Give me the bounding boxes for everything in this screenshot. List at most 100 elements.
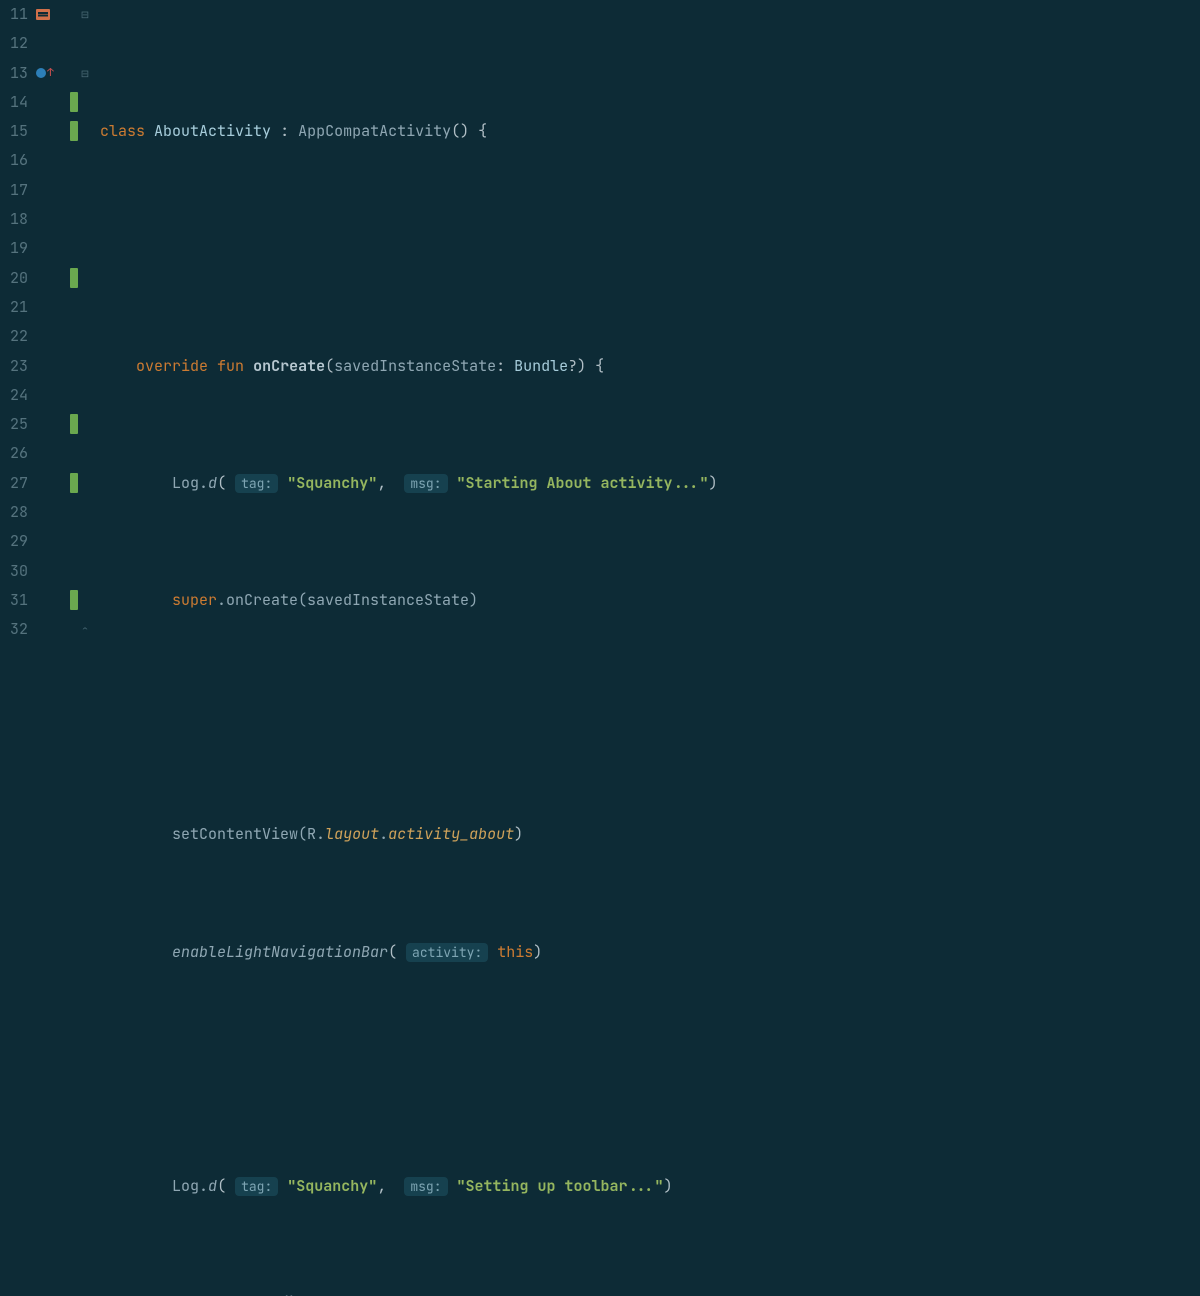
line-number: 22 [0, 322, 28, 351]
keyword-class: class [100, 121, 145, 141]
string-literal: "Squanchy" [287, 473, 377, 493]
line-number: 14 [0, 88, 28, 117]
log-object: Log [172, 473, 199, 493]
fold-handle [78, 176, 92, 205]
line-number: 15 [0, 117, 28, 146]
line-number: 30 [0, 557, 28, 586]
fold-handle [78, 29, 92, 58]
code-line[interactable]: super.onCreate(savedInstanceState) [100, 586, 1024, 615]
line-number: 17 [0, 176, 28, 205]
inlay-hint-msg: msg: [404, 1177, 447, 1196]
fold-handle [78, 557, 92, 586]
marker-row [34, 527, 78, 556]
code-line[interactable]: Log.d( tag: "Squanchy", msg: "Starting A… [100, 469, 1024, 498]
keyword-override: override [136, 356, 208, 376]
line-number: 11 [0, 0, 28, 29]
marker-row [34, 88, 78, 117]
log-method: d [208, 473, 217, 493]
enable-light-nav: enableLightNavigationBar [172, 942, 388, 962]
set-content-view: setContentView( [172, 824, 307, 844]
line-number: 21 [0, 293, 28, 322]
line-number: 19 [0, 234, 28, 263]
fold-handle [78, 527, 92, 556]
marker-row [34, 234, 78, 263]
change-stripe [70, 414, 78, 434]
line-number-gutter: 1112131415161718192021222324252627282930… [0, 0, 34, 1296]
fold-handle [78, 498, 92, 527]
line-number: 27 [0, 469, 28, 498]
setup-toolbar: setupToolbar() [172, 1293, 298, 1296]
line-number: 25 [0, 410, 28, 439]
marker-row [34, 264, 78, 293]
fold-handle [78, 586, 92, 615]
fold-handle [78, 322, 92, 351]
fold-column[interactable]: ⊟ ⊟ ⌃ [78, 0, 92, 1296]
code-line[interactable]: Log.d( tag: "Squanchy", msg: "Setting up… [100, 1172, 1024, 1201]
inlay-hint-activity: activity: [406, 943, 488, 962]
inlay-hint-tag: tag: [235, 474, 278, 493]
fold-handle [78, 410, 92, 439]
line-number: 24 [0, 381, 28, 410]
layout-id: activity_about [388, 824, 514, 844]
marker-row [34, 469, 78, 498]
line-number: 31 [0, 586, 28, 615]
fold-handle [78, 469, 92, 498]
class-file-icon[interactable] [36, 9, 50, 20]
fold-collapse-icon[interactable]: ⊟ [78, 0, 92, 29]
code-line[interactable] [100, 703, 1024, 732]
fold-handle [78, 293, 92, 322]
fold-end-icon[interactable]: ⌃ [78, 615, 92, 644]
marker-row [34, 29, 78, 58]
marker-row: ↑ [34, 59, 78, 88]
override-gutter-icon[interactable] [36, 68, 46, 78]
code-line[interactable]: override fun onCreate(savedInstanceState… [100, 352, 1024, 381]
string-literal: "Squanchy" [287, 1176, 377, 1196]
marker-row [34, 176, 78, 205]
code-line[interactable]: class AboutActivity : AppCompatActivity(… [100, 117, 1024, 146]
fold-handle [78, 352, 92, 381]
line-number: 20 [0, 264, 28, 293]
code-line[interactable] [100, 234, 1024, 263]
log-method: d [208, 1176, 217, 1196]
line-number: 13 [0, 59, 28, 88]
gutter-markers: ↑ [34, 0, 78, 1296]
layout-ns: layout [325, 824, 379, 844]
code-line[interactable]: setContentView(R.layout.activity_about) [100, 820, 1024, 849]
keyword-super: super [172, 590, 217, 610]
code-line[interactable]: enableLightNavigationBar( activity: this… [100, 938, 1024, 967]
log-object: Log [172, 1176, 199, 1196]
fold-handle [78, 146, 92, 175]
code-editor[interactable]: 1112131415161718192021222324252627282930… [0, 0, 1200, 1296]
fold-handle [78, 205, 92, 234]
line-number: 12 [0, 29, 28, 58]
change-stripe [70, 268, 78, 288]
inlay-hint-msg: msg: [404, 474, 447, 493]
change-stripe [70, 92, 78, 112]
marker-row [34, 293, 78, 322]
code-line[interactable]: setupToolbar() [100, 1289, 1024, 1296]
keyword-this: this [497, 942, 533, 962]
marker-row [34, 439, 78, 468]
change-stripe [70, 473, 78, 493]
keyword-fun: fun [217, 356, 244, 376]
line-number: 18 [0, 205, 28, 234]
code-area[interactable]: class AboutActivity : AppCompatActivity(… [92, 0, 1024, 1296]
change-stripe [70, 590, 78, 610]
marker-row [34, 498, 78, 527]
inlay-hint-tag: tag: [235, 1177, 278, 1196]
param-type: Bundle [514, 356, 568, 376]
line-number: 23 [0, 352, 28, 381]
super-class: AppCompatActivity [298, 121, 451, 141]
marker-row [34, 352, 78, 381]
marker-row [34, 557, 78, 586]
marker-row [34, 615, 78, 644]
line-number: 29 [0, 527, 28, 556]
fold-handle [78, 264, 92, 293]
super-call: .onCreate(savedInstanceState) [217, 590, 478, 610]
code-line[interactable] [100, 1055, 1024, 1084]
line-number: 16 [0, 146, 28, 175]
marker-row [34, 586, 78, 615]
fold-handle [78, 117, 92, 146]
r-class: R [307, 824, 316, 844]
fold-collapse-icon[interactable]: ⊟ [78, 59, 92, 88]
